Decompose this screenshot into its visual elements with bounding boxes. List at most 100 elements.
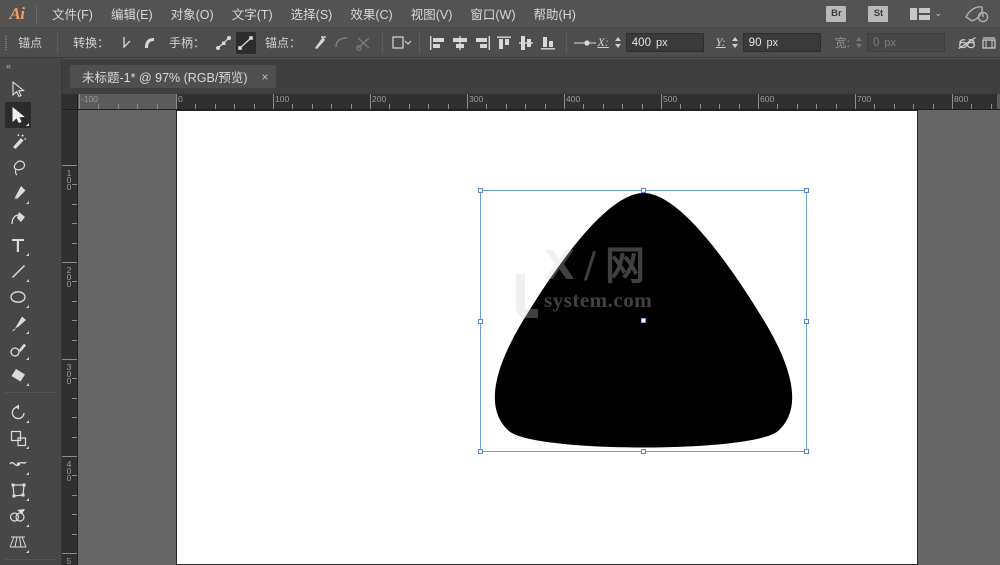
- menu-item-edit[interactable]: 编辑(E): [102, 0, 162, 27]
- show-handles-icon[interactable]: [214, 32, 234, 54]
- transform-panel-icon[interactable]: [979, 32, 999, 54]
- lasso-tool[interactable]: [5, 154, 31, 180]
- center-point-anchor: [642, 319, 645, 322]
- ruler-tick-label: -100: [81, 94, 98, 104]
- y-label: Y:: [716, 35, 726, 50]
- ruler-major-tick: [467, 94, 468, 109]
- shape-builder-tool[interactable]: [5, 503, 31, 529]
- eraser-tool[interactable]: [5, 362, 31, 388]
- menu-item-select[interactable]: 选择(S): [282, 0, 342, 27]
- resize-handle-middle-right[interactable]: [804, 319, 809, 324]
- paintbrush-tool[interactable]: [5, 310, 31, 336]
- document-tab-title: 未标题-1* @ 97% (RGB/预览): [82, 67, 248, 86]
- ruler-minor-tick: [215, 104, 216, 109]
- ruler-major-tick: [952, 94, 953, 109]
- resize-handle-top-right[interactable]: [804, 188, 809, 193]
- menu-item-object[interactable]: 对象(O): [162, 0, 223, 27]
- menu-item-file[interactable]: 文件(F): [43, 0, 102, 27]
- line-segment-tool[interactable]: [5, 258, 31, 284]
- rotate-tool[interactable]: [5, 399, 31, 425]
- ruler-minor-tick: [72, 398, 77, 399]
- x-position-field[interactable]: X: 400 px: [597, 33, 703, 52]
- ruler-minor-tick: [98, 104, 99, 109]
- stock-button[interactable]: St: [868, 6, 888, 22]
- control-bar-grip[interactable]: [2, 32, 10, 54]
- rocket-launch-icon[interactable]: [964, 5, 990, 23]
- menu-item-view[interactable]: 视图(V): [402, 0, 462, 27]
- connect-anchor-icon[interactable]: [332, 32, 352, 54]
- magic-wand-tool[interactable]: [5, 128, 31, 154]
- resize-handle-top-left[interactable]: [478, 188, 483, 193]
- ruler-minor-tick: [700, 104, 701, 109]
- resize-handle-middle-left[interactable]: [478, 319, 483, 324]
- convert-label: 转换：: [73, 34, 109, 51]
- free-transform-tool[interactable]: [5, 477, 31, 503]
- type-tool[interactable]: [5, 232, 31, 258]
- y-input[interactable]: 90 px: [743, 33, 821, 52]
- ruler-origin-corner[interactable]: [62, 94, 78, 110]
- direct-selection-tool[interactable]: [5, 102, 31, 128]
- artboard[interactable]: X / 网 system.com: [176, 110, 918, 565]
- menu-item-help[interactable]: 帮助(H): [525, 0, 585, 27]
- ruler-major-tick: [62, 359, 77, 360]
- resize-handle-top-center[interactable]: [641, 188, 646, 193]
- cut-path-icon[interactable]: [354, 32, 374, 54]
- ruler-minor-tick: [72, 417, 77, 418]
- align-right-icon[interactable]: [472, 32, 492, 54]
- bridge-button[interactable]: Br: [826, 6, 846, 22]
- selection-tool[interactable]: [5, 76, 31, 102]
- align-vertical-center-icon[interactable]: [516, 32, 536, 54]
- ruler-tick-label: 300: [65, 362, 73, 383]
- perspective-grid-tool[interactable]: [5, 529, 31, 555]
- chevron-down-icon[interactable]: ⌄: [934, 8, 942, 19]
- menu-item-effect[interactable]: 效果(C): [341, 0, 401, 27]
- y-position-field[interactable]: Y: 90 px: [716, 33, 821, 52]
- resize-handle-bottom-left[interactable]: [478, 449, 483, 454]
- x-input[interactable]: 400 px: [626, 33, 704, 52]
- ruler-minor-tick: [157, 104, 158, 109]
- tool-flyout-indicator: [26, 446, 29, 449]
- align-horizontal-center-icon[interactable]: [450, 32, 470, 54]
- remove-anchor-icon[interactable]: [310, 32, 330, 54]
- canvas-area[interactable]: X / 网 system.com: [78, 110, 1000, 565]
- menu-item-type[interactable]: 文字(T): [223, 0, 282, 27]
- isolate-selected-object-icon[interactable]: [391, 32, 411, 54]
- tool-group-divider: [5, 392, 56, 393]
- ruler-major-tick: [62, 262, 77, 263]
- unlink-icon[interactable]: [957, 32, 977, 54]
- ruler-minor-tick: [913, 104, 914, 109]
- ruler-minor-tick: [72, 495, 77, 496]
- ruler-minor-tick: [254, 104, 255, 109]
- transform-icon[interactable]: [574, 32, 596, 54]
- x-value: 400: [632, 37, 651, 49]
- y-stepper[interactable]: [730, 34, 741, 51]
- resize-handle-bottom-right[interactable]: [804, 449, 809, 454]
- hide-handles-icon[interactable]: [236, 32, 256, 54]
- x-stepper[interactable]: [613, 34, 624, 51]
- convert-to-corner-icon[interactable]: [118, 32, 138, 54]
- align-top-icon[interactable]: [494, 32, 514, 54]
- width-field: 宽: 0 px: [835, 33, 945, 52]
- ruler-tick-label: 800: [954, 94, 968, 104]
- workspace-layout-icon[interactable]: [910, 7, 930, 21]
- selection-type-label: 锚点: [18, 34, 42, 51]
- scale-tool[interactable]: [5, 425, 31, 451]
- ruler-tick-label: 100: [275, 94, 289, 104]
- curvature-tool[interactable]: [5, 206, 31, 232]
- width-tool[interactable]: [5, 451, 31, 477]
- close-icon[interactable]: ×: [262, 70, 269, 84]
- resize-handle-bottom-center[interactable]: [641, 449, 646, 454]
- vertical-ruler[interactable]: 100200300400500: [62, 110, 78, 565]
- shaper-tool[interactable]: [5, 336, 31, 362]
- menu-item-window[interactable]: 窗口(W): [461, 0, 524, 27]
- ruler-minor-tick: [72, 204, 77, 205]
- pen-tool[interactable]: [5, 180, 31, 206]
- convert-to-smooth-icon[interactable]: [140, 32, 160, 54]
- divider: [566, 32, 567, 54]
- align-bottom-icon[interactable]: [538, 32, 558, 54]
- collapse-panel-button[interactable]: «: [0, 58, 61, 74]
- align-left-icon[interactable]: [428, 32, 448, 54]
- ellipse-tool[interactable]: [5, 284, 31, 310]
- document-tab[interactable]: 未标题-1* @ 97% (RGB/预览) ×: [70, 65, 276, 88]
- horizontal-ruler[interactable]: -1000100200300400500600700800: [78, 94, 1000, 110]
